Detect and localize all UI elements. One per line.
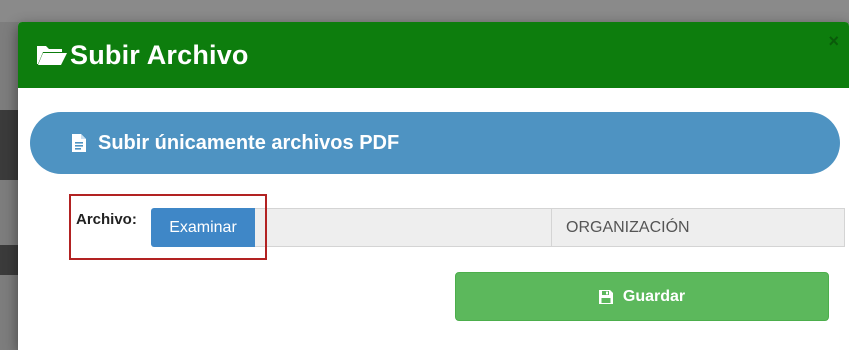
modal-title: Subir Archivo [70, 39, 249, 70]
backdrop-top-strip [0, 0, 849, 22]
file-document-icon [72, 134, 86, 152]
browse-button[interactable]: Examinar [151, 208, 255, 247]
file-path-field[interactable] [255, 208, 552, 247]
floppy-disk-icon [598, 289, 613, 304]
backdrop-block [0, 245, 18, 275]
upload-modal: Subir Archivo × Subir únicamente archivo… [18, 22, 849, 350]
save-label: Guardar [622, 287, 686, 305]
modal-header: Subir Archivo × [18, 22, 849, 88]
organization-field[interactable]: ORGANIZACIÓN [551, 208, 845, 247]
backdrop-block [0, 110, 18, 180]
folder-open-icon [37, 46, 67, 65]
file-label: Archivo: [76, 211, 137, 228]
pdf-only-banner: Subir únicamente archivos PDF [30, 112, 840, 174]
save-button[interactable]: Guardar [455, 272, 829, 321]
banner-text: Subir únicamente archivos PDF [98, 131, 400, 154]
close-button[interactable]: × [828, 32, 839, 50]
